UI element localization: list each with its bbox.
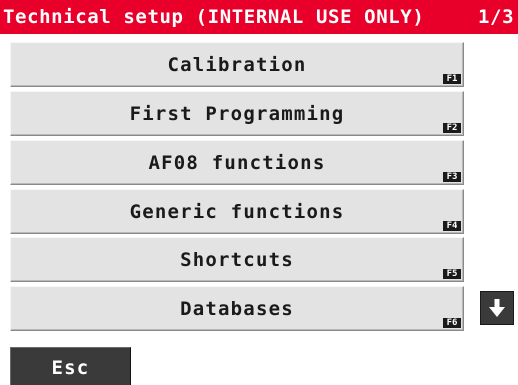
menu-item-label: Generic functions (129, 201, 345, 223)
fkey-badge: F1 (443, 74, 461, 84)
esc-button[interactable]: Esc (10, 347, 131, 385)
menu-item-label: Databases (180, 298, 294, 320)
page-title: Technical setup (INTERNAL USE ONLY) (3, 6, 425, 28)
scroll-down-button[interactable] (480, 291, 514, 325)
shortcuts-button[interactable]: Shortcuts F5 (10, 237, 464, 282)
first-programming-button[interactable]: First Programming F2 (10, 91, 464, 136)
menu-item-label: Calibration (167, 54, 307, 76)
calibration-button[interactable]: Calibration F1 (10, 42, 464, 87)
page-indicator: 1/3 (478, 6, 515, 28)
fkey-badge: F2 (443, 123, 461, 133)
fkey-badge: F5 (443, 269, 461, 279)
menu-item-label: Shortcuts (180, 249, 294, 271)
title-bar: Technical setup (INTERNAL USE ONLY) 1/3 (0, 0, 518, 34)
menu-item-label: First Programming (129, 103, 345, 125)
generic-functions-button[interactable]: Generic functions F4 (10, 189, 464, 234)
af08-functions-button[interactable]: AF08 functions F3 (10, 140, 464, 185)
menu-item-label: AF08 functions (148, 152, 326, 174)
esc-button-label: Esc (51, 357, 90, 379)
fkey-badge: F6 (443, 318, 461, 328)
databases-button[interactable]: Databases F6 (10, 286, 464, 331)
arrow-down-icon (489, 299, 505, 317)
fkey-badge: F3 (443, 172, 461, 182)
fkey-badge: F4 (443, 221, 461, 231)
